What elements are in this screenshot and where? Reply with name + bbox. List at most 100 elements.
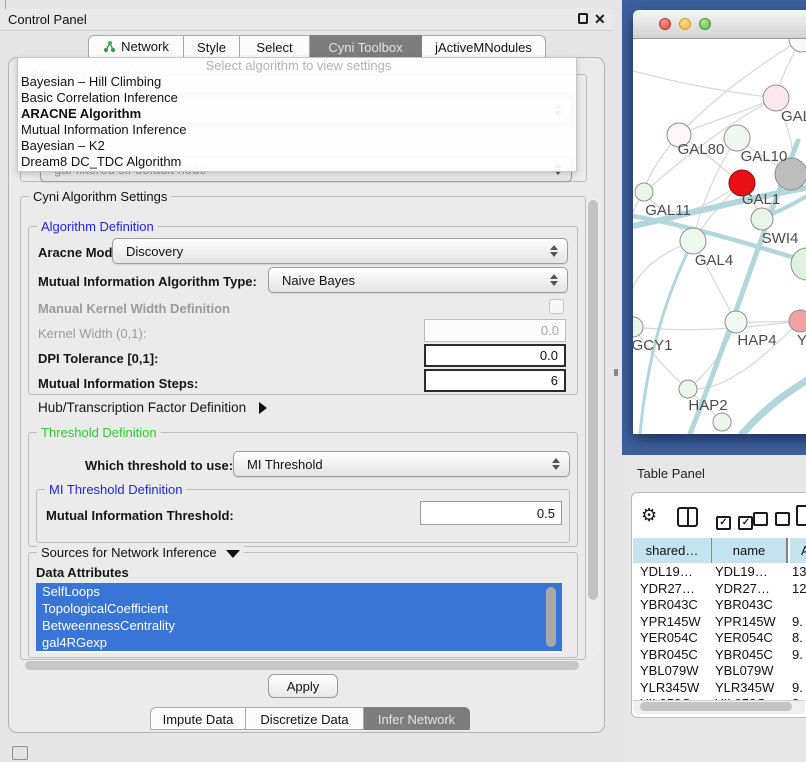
select-all-columns-icon[interactable]: ✓ ✓ bbox=[716, 512, 753, 530]
network-icon bbox=[103, 40, 116, 53]
network-node[interactable] bbox=[635, 183, 653, 201]
tab-infer-network[interactable]: Infer Network bbox=[364, 707, 470, 730]
application-root: Control Panel ✕ Network Style Select Cyn… bbox=[0, 0, 806, 762]
node-label: GAL4 bbox=[695, 252, 733, 269]
which-threshold-label: Which threshold to use: bbox=[85, 458, 233, 473]
table-settings-gear-icon[interactable]: ⚙ bbox=[641, 505, 657, 526]
network-node[interactable] bbox=[633, 317, 643, 337]
sources-section-toggle[interactable]: Sources for Network Inference bbox=[37, 545, 244, 560]
minimize-window-icon[interactable] bbox=[679, 18, 691, 30]
tab-jactivemnodules[interactable]: jActiveMNodules bbox=[422, 35, 546, 58]
hub-section-toggle[interactable]: Hub/Transcription Factor Definition bbox=[38, 400, 267, 415]
network-node[interactable] bbox=[713, 413, 731, 431]
docked-panel-icon[interactable] bbox=[12, 746, 28, 760]
unselect-all-columns-icon[interactable] bbox=[753, 512, 790, 531]
node-label: GAL11 bbox=[645, 202, 691, 219]
network-window: GAL GAL80 GAL10 GAL1 GAL11 SWI4 GAL4 HAP… bbox=[633, 10, 806, 433]
attributes-scrollbar-thumb[interactable] bbox=[546, 587, 556, 647]
network-window-titlebar[interactable] bbox=[633, 10, 806, 39]
network-graph-canvas[interactable]: GAL GAL80 GAL10 GAL1 GAL11 SWI4 GAL4 HAP… bbox=[633, 39, 806, 434]
threshold-definition-title: Threshold Definition bbox=[37, 425, 161, 440]
apply-button[interactable]: Apply bbox=[268, 674, 338, 698]
column-header-partial[interactable]: A bbox=[790, 538, 806, 563]
mi-steps-field[interactable]: 6 bbox=[424, 369, 566, 392]
tab-impute-data[interactable]: Impute Data bbox=[150, 707, 246, 730]
dropdown-item-selected[interactable]: ARACNE Algorithm bbox=[18, 106, 576, 122]
network-node[interactable] bbox=[789, 39, 806, 52]
hub-section-label: Hub/Transcription Factor Definition bbox=[38, 400, 246, 415]
network-node[interactable] bbox=[679, 380, 697, 398]
cell-name: YLR345W bbox=[715, 680, 787, 695]
dropdown-item[interactable]: Basic Correlation Inference bbox=[18, 90, 576, 106]
network-node[interactable] bbox=[751, 208, 773, 230]
dropdown-item[interactable]: Mutual Information Inference bbox=[18, 122, 576, 138]
dropdown-item[interactable]: Bayesian – K2 bbox=[18, 138, 576, 154]
checked-box-icon: ✓ bbox=[738, 516, 753, 530]
dropdown-item[interactable]: Bayesian – Hill Climbing bbox=[18, 74, 576, 90]
control-panel-title: Control Panel bbox=[8, 12, 87, 27]
network-node[interactable] bbox=[680, 228, 706, 254]
attribute-list-item[interactable]: TopologicalCoefficient bbox=[36, 600, 562, 617]
network-edge bbox=[633, 71, 776, 98]
aracne-mode-combobox[interactable]: Discovery bbox=[112, 238, 568, 264]
cell-value: 9. bbox=[792, 680, 806, 695]
network-node[interactable] bbox=[789, 310, 806, 332]
cell-name: YDR27… bbox=[715, 581, 787, 596]
cell-value: 13 bbox=[792, 564, 806, 579]
tab-cyni-toolbox[interactable]: Cyni Toolbox bbox=[310, 35, 422, 58]
close-panel-icon[interactable]: ✕ bbox=[594, 11, 606, 28]
cell-shared-name: YER054C bbox=[640, 630, 712, 645]
table-row[interactable]: YDR27… YDR27… 12 bbox=[633, 580, 806, 597]
dpi-tolerance-label: DPI Tolerance [0,1]: bbox=[38, 351, 158, 366]
network-node[interactable] bbox=[725, 311, 747, 333]
attribute-list-item[interactable]: BetweennessCentrality bbox=[36, 617, 562, 634]
cell-value: 9. bbox=[792, 647, 806, 662]
settings-scrollbar-thumb[interactable] bbox=[588, 200, 598, 600]
combo-arrows-icon bbox=[550, 274, 558, 286]
mi-type-combobox[interactable]: Naive Bayes bbox=[268, 267, 568, 293]
attribute-list-item[interactable]: SelfLoops bbox=[36, 583, 562, 600]
tab-network-label: Network bbox=[121, 35, 169, 58]
table-row[interactable]: YBL079W YBL079W bbox=[633, 662, 806, 679]
new-table-icon[interactable] bbox=[796, 505, 806, 526]
tab-network[interactable]: Network bbox=[88, 35, 184, 58]
cell-shared-name: YBR043C bbox=[640, 597, 712, 612]
cell-shared-name: YLR345W bbox=[640, 680, 712, 695]
kernel-width-label: Kernel Width (0,1): bbox=[38, 326, 146, 341]
tab-style[interactable]: Style bbox=[184, 35, 240, 58]
table-row[interactable]: YLR345W YLR345W 9. bbox=[633, 679, 806, 696]
tab-discretize-data[interactable]: Discretize Data bbox=[246, 707, 364, 730]
mi-type-value: Naive Bayes bbox=[282, 273, 355, 288]
node-label: SWI4 bbox=[762, 230, 799, 247]
table-row[interactable]: YPR145W YPR145W 9. bbox=[633, 613, 806, 630]
table-row[interactable]: YBR045C YBR045C 9. bbox=[633, 646, 806, 663]
dpi-tolerance-field[interactable]: 0.0 bbox=[424, 344, 566, 367]
network-node[interactable] bbox=[791, 248, 806, 280]
cell-value: 8. bbox=[792, 630, 806, 645]
column-header-name[interactable]: name bbox=[712, 538, 788, 563]
column-header-shared-name[interactable]: shared… bbox=[633, 538, 712, 563]
which-threshold-combobox[interactable]: MI Threshold bbox=[233, 451, 570, 477]
tab-select[interactable]: Select bbox=[240, 35, 310, 58]
close-window-icon[interactable] bbox=[659, 18, 671, 30]
zoom-window-icon[interactable] bbox=[699, 18, 711, 30]
aracne-mode-value: Discovery bbox=[126, 244, 183, 259]
mi-threshold-field[interactable]: 0.5 bbox=[420, 501, 562, 525]
kernel-width-field[interactable]: 0.0 bbox=[424, 319, 566, 342]
cell-shared-name: YPR145W bbox=[640, 614, 712, 629]
dropdown-placeholder: Select algorithm to view settings bbox=[18, 58, 576, 74]
split-panel-icon[interactable] bbox=[677, 507, 698, 527]
table-row[interactable]: YBR043C YBR043C bbox=[633, 596, 806, 613]
splitter-grip[interactable] bbox=[614, 369, 618, 376]
split-panel-divider bbox=[687, 509, 689, 525]
attribute-list-item[interactable]: gal4RGexp bbox=[36, 634, 562, 651]
table-row[interactable]: YER054C YER054C 8. bbox=[633, 629, 806, 646]
settings-hscrollbar-thumb[interactable] bbox=[25, 661, 579, 670]
network-node-labels: GAL GAL80 GAL10 GAL1 GAL11 SWI4 GAL4 HAP… bbox=[633, 108, 806, 414]
table-hscrollbar-thumb[interactable] bbox=[640, 702, 792, 711]
table-row[interactable]: YDL19… YDL19… 13 bbox=[633, 563, 806, 580]
dropdown-item[interactable]: Dream8 DC_TDC Algorithm bbox=[18, 154, 576, 170]
manual-kernel-checkbox[interactable] bbox=[549, 299, 564, 314]
cell-shared-name: YBR045C bbox=[640, 647, 712, 662]
float-window-icon[interactable] bbox=[578, 13, 588, 24]
